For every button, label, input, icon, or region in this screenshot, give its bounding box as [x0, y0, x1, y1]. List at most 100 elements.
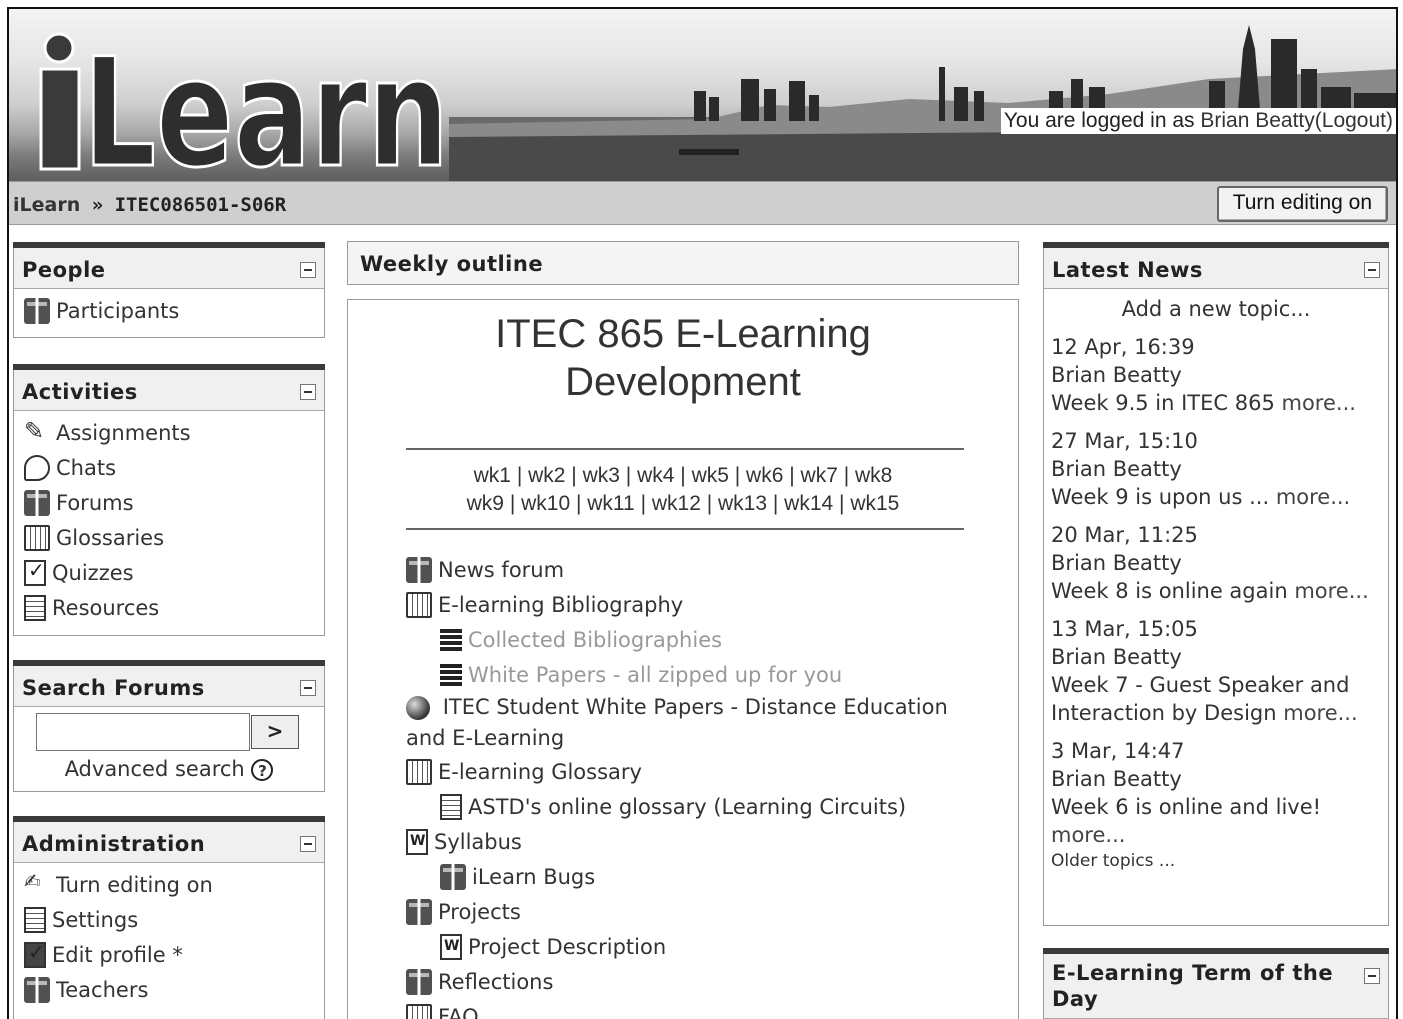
navigation-bar: iLearn » ITEC086501-S06R Turn editing on — [9, 181, 1396, 225]
resource-faq[interactable]: FAQ — [406, 999, 966, 1019]
resource-list: News forum E-learning Bibliography Colle… — [406, 552, 966, 1019]
resource-white-papers-zip[interactable]: White Papers - all zipped up for you — [406, 657, 966, 692]
resource-label: E-learning Bibliography — [438, 592, 684, 617]
block-header: Activities — [14, 370, 324, 411]
help-icon[interactable]: ? — [251, 759, 274, 781]
resource-label: Projects — [438, 899, 521, 924]
activities-title: Activities — [22, 380, 138, 404]
collapse-icon[interactable] — [1364, 262, 1380, 278]
latest-news-block: Latest News Add a new topic... 12 Apr, 1… — [1043, 242, 1389, 926]
file-icon — [440, 793, 462, 820]
resource-ilearn-bugs[interactable]: iLearn Bugs — [406, 859, 966, 894]
admin-edit-profile[interactable]: Edit profile * — [24, 937, 314, 972]
post-text: Week 9.5 in ITEC 865 — [1051, 391, 1275, 415]
activity-resources[interactable]: Resources — [24, 590, 314, 625]
resource-label: Project Description — [468, 934, 667, 959]
news-post: 3 Mar, 14:47 Brian Beatty Week 6 is onli… — [1051, 737, 1381, 849]
week-links-row1: wk1 | wk2 | wk3 | wk4 | wk5 | wk6 | wk7 … — [473, 464, 893, 487]
turn-editing-on-button[interactable]: Turn editing on — [1216, 186, 1388, 222]
post-author: Brian Beatty — [1051, 363, 1182, 387]
advanced-search-link[interactable]: Advanced search — [65, 757, 245, 781]
admin-turn-editing-on[interactable]: Turn editing on — [24, 867, 314, 902]
activity-chats[interactable]: Chats — [24, 450, 314, 485]
resource-icon — [24, 594, 46, 621]
admin-label: Turn editing on — [56, 872, 213, 897]
activity-assignments[interactable]: Assignments — [24, 415, 314, 450]
week-links-row2: wk9 | wk10 | wk11 | wk12 | wk13 | wk14 |… — [466, 492, 900, 515]
week-link[interactable]: wk5 — [692, 464, 729, 487]
activity-glossaries[interactable]: Glossaries — [24, 520, 314, 555]
more-link[interactable]: more... — [1283, 701, 1357, 725]
post-date: 12 Apr, 16:39 — [1051, 335, 1195, 359]
resource-astd-glossary[interactable]: ASTD's online glossary (Learning Circuit… — [406, 789, 966, 824]
week-link[interactable]: wk3 — [583, 464, 620, 487]
week-link[interactable]: wk2 — [528, 464, 565, 487]
forum-icon — [24, 976, 50, 1003]
activity-label: Resources — [52, 595, 160, 620]
collapse-icon[interactable] — [300, 836, 316, 852]
forum-icon — [440, 863, 466, 890]
week-link[interactable]: wk9 — [467, 492, 504, 515]
chat-icon — [24, 454, 50, 481]
advanced-search: Advanced search ? — [14, 757, 324, 781]
user-name-link[interactable]: Brian Beatty — [1200, 109, 1314, 132]
participants-link[interactable]: Participants — [24, 293, 314, 328]
activity-quizzes[interactable]: Quizzes — [24, 555, 314, 590]
activity-label: Quizzes — [52, 560, 134, 585]
activity-label: Chats — [56, 455, 117, 480]
admin-teachers[interactable]: Teachers — [24, 972, 314, 1007]
week-link[interactable]: wk15 — [850, 492, 899, 515]
week-link[interactable]: wk1 — [474, 464, 511, 487]
add-new-topic-link[interactable]: Add a new topic... — [1051, 297, 1381, 321]
week-link[interactable]: wk4 — [637, 464, 674, 487]
logout-link[interactable]: (Logout) — [1315, 109, 1393, 132]
resource-elearning-glossary[interactable]: E-learning Glossary — [406, 754, 966, 789]
profile-icon — [24, 940, 46, 968]
forum-icon — [406, 556, 432, 583]
more-link[interactable]: more... — [1276, 485, 1350, 509]
stack-icon — [440, 628, 462, 651]
resource-syllabus[interactable]: Syllabus — [406, 824, 966, 859]
word-doc-icon — [440, 933, 462, 960]
week-link[interactable]: wk12 — [652, 492, 701, 515]
glossary-icon — [24, 524, 50, 551]
resource-collected-bibliographies[interactable]: Collected Bibliographies — [406, 622, 966, 657]
forum-icon — [24, 297, 50, 324]
week-link[interactable]: wk8 — [855, 464, 892, 487]
resource-elearning-bibliography[interactable]: E-learning Bibliography — [406, 587, 966, 622]
post-text: Week 7 - Guest Speaker and — [1051, 673, 1350, 697]
collapse-icon[interactable] — [300, 680, 316, 696]
week-link[interactable]: wk10 — [521, 492, 570, 515]
resource-label: News forum — [438, 557, 565, 582]
activities-block: Activities Assignments Chats Forums Glos… — [13, 364, 325, 636]
older-topics-link[interactable]: Older topics ... — [1051, 851, 1381, 871]
week-link[interactable]: wk7 — [801, 464, 838, 487]
more-link[interactable]: more... — [1051, 821, 1381, 849]
resource-reflections[interactable]: Reflections — [406, 964, 966, 999]
activity-forums[interactable]: Forums — [24, 485, 314, 520]
collapse-icon[interactable] — [300, 262, 316, 278]
search-go-button[interactable]: > — [251, 715, 299, 749]
more-link[interactable]: more... — [1282, 391, 1356, 415]
search-input[interactable] — [36, 713, 250, 751]
week-link[interactable]: wk14 — [784, 492, 833, 515]
collapse-icon[interactable] — [1364, 968, 1380, 984]
admin-settings[interactable]: Settings — [24, 902, 314, 937]
weekly-outline-header: Weekly outline — [347, 241, 1019, 285]
login-prefix: You are logged in as — [1003, 109, 1195, 132]
search-forums-title: Search Forums — [22, 676, 205, 700]
word-doc-icon — [406, 828, 428, 855]
resource-news-forum[interactable]: News forum — [406, 552, 966, 587]
resource-project-description[interactable]: Project Description — [406, 929, 966, 964]
breadcrumb-home-link[interactable]: iLearn — [13, 194, 80, 216]
week-link[interactable]: wk13 — [718, 492, 767, 515]
collapse-icon[interactable] — [300, 384, 316, 400]
week-link[interactable]: wk11 — [587, 492, 634, 515]
week-link[interactable]: wk6 — [746, 464, 783, 487]
resource-projects[interactable]: Projects — [406, 894, 966, 929]
resource-itec-white-papers[interactable]: ITEC Student White Papers - Distance Edu… — [406, 692, 966, 754]
search-forums-block: Search Forums > Advanced search ? — [13, 660, 325, 792]
people-block: People Participants — [13, 242, 325, 338]
more-link[interactable]: more... — [1294, 579, 1368, 603]
resource-label: Reflections — [438, 969, 554, 994]
